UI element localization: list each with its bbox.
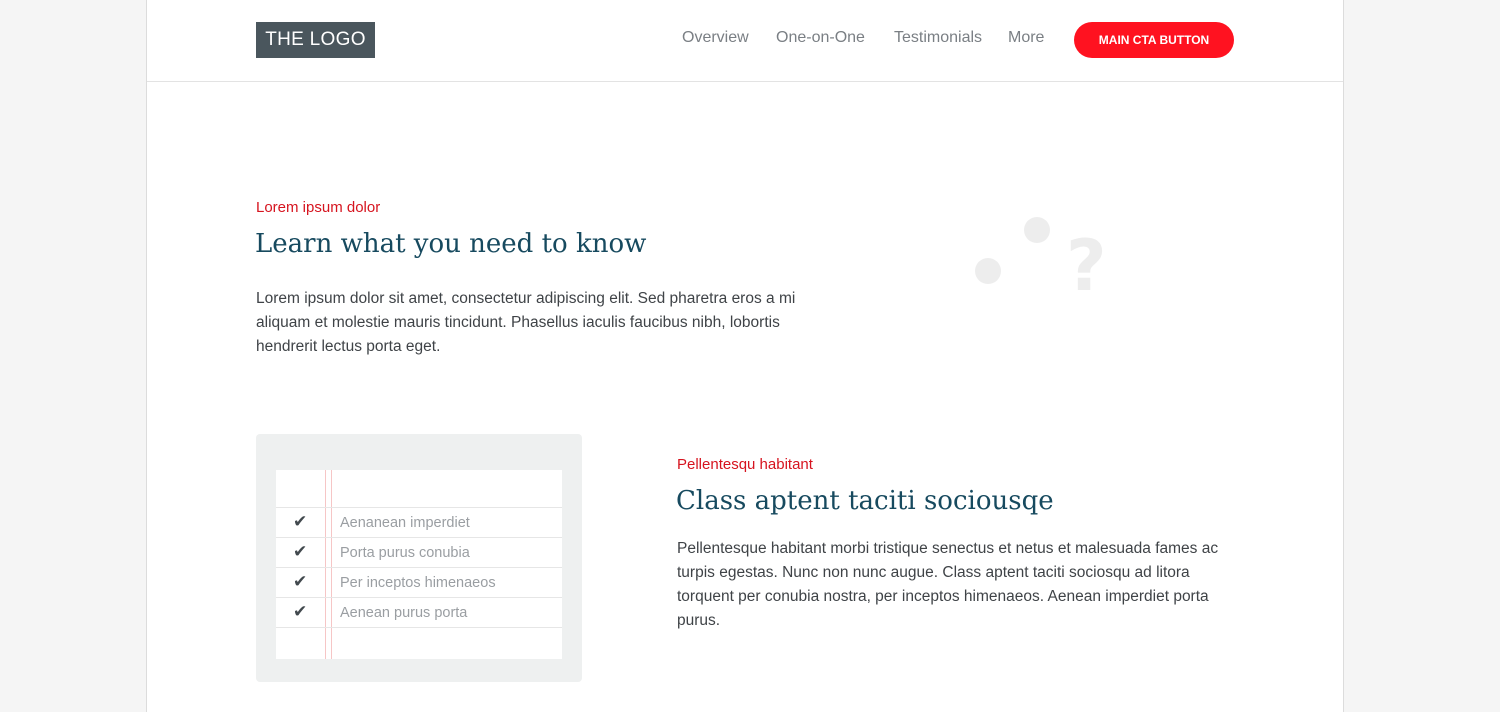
- page-container: THE LOGO Overview One-on-One Testimonial…: [146, 0, 1344, 712]
- section1-eyebrow: Lorem ipsum dolor: [256, 199, 381, 216]
- question-mark-icon: ?: [1066, 225, 1107, 307]
- section2-heading: Class aptent taciti sociousqe: [676, 486, 1054, 516]
- nav-testimonials[interactable]: Testimonials: [894, 28, 982, 48]
- bubble-dot-icon: [975, 258, 1001, 284]
- list-item-label: Aenean purus porta: [340, 605, 468, 621]
- checkmark-icon: ✔: [293, 542, 308, 561]
- checkmark-icon: ✔: [293, 512, 308, 531]
- nav-more[interactable]: More: [1008, 28, 1044, 48]
- checkmark-icon: ✔: [293, 602, 308, 621]
- list-item-label: Per inceptos himenaeos: [340, 575, 496, 591]
- main-cta-button[interactable]: MAIN CTA BUTTON: [1074, 22, 1234, 58]
- notepad-sheet: ✔ Aenanean imperdiet ✔ Porta purus conub…: [276, 470, 562, 659]
- section1-heading: Learn what you need to know: [255, 229, 647, 259]
- checkmark-icon: ✔: [293, 572, 308, 591]
- section2-eyebrow: Pellentesqu habitant: [677, 456, 813, 473]
- list-item: ✔ Porta purus conubia: [276, 537, 562, 567]
- list-item-label: Aenanean imperdiet: [340, 515, 470, 531]
- list-item: ✔ Aenean purus porta: [276, 597, 562, 627]
- list-item-label: Porta purus conubia: [340, 545, 470, 561]
- nav-one-on-one[interactable]: One-on-One: [776, 28, 865, 48]
- nav-overview[interactable]: Overview: [682, 28, 749, 48]
- section2-body: Pellentesque habitant morbi tristique se…: [677, 540, 1219, 629]
- site-header: THE LOGO Overview One-on-One Testimonial…: [147, 0, 1343, 82]
- list-divider: [276, 627, 562, 628]
- question-illustration: ?: [971, 210, 1111, 310]
- list-item: ✔ Aenanean imperdiet: [276, 507, 562, 537]
- checklist-card: ✔ Aenanean imperdiet ✔ Porta purus conub…: [256, 434, 582, 682]
- list-item: ✔ Per inceptos himenaeos: [276, 567, 562, 597]
- logo[interactable]: THE LOGO: [256, 22, 375, 58]
- section1-body: Lorem ipsum dolor sit amet, consectetur …: [256, 290, 796, 355]
- bubble-dot-icon: [1024, 217, 1050, 243]
